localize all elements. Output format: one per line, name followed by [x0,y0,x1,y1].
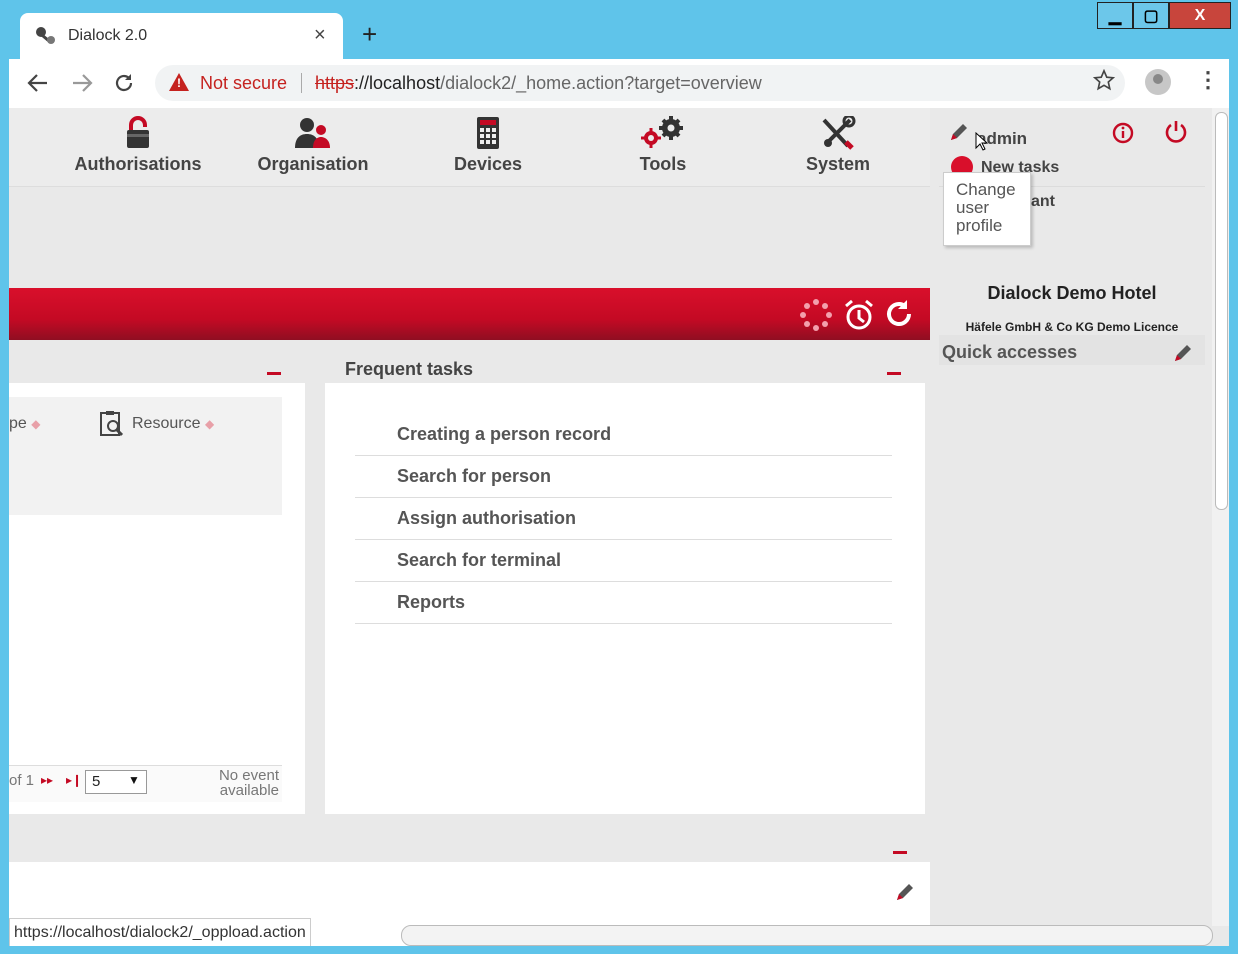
horizontal-scrollbar[interactable] [401,925,1213,946]
people-icon [295,118,330,148]
loading-spinner-icon [800,299,832,331]
menu-label: Organisation [257,154,369,174]
column-type-label: pe [9,415,27,432]
menu-tools[interactable]: Tools [578,116,748,175]
alarm-clock-icon[interactable] [844,298,874,332]
sort-icon: ◆ [31,417,41,431]
vertical-scrollbar[interactable] [1212,108,1229,926]
frequent-tasks-header: Frequent tasks [325,355,925,383]
task-label: Reports [397,592,466,612]
sort-icon: ◆ [204,417,215,431]
tooltip-text: Change user profile [956,180,1016,235]
no-event-line: available [219,782,279,799]
key-favicon-icon [36,27,55,44]
not-secure-label[interactable]: Not secure [200,73,287,94]
resource-search-icon [100,411,124,437]
quick-accesses-title: Quick accesses [942,342,1078,362]
refresh-icon[interactable] [883,298,915,330]
new-tab-button[interactable]: + [362,21,377,47]
padlock-icon [127,116,149,148]
browser-menu-icon[interactable]: ⋮ [1197,69,1219,91]
address-separator [301,73,302,93]
power-icon[interactable] [1163,119,1189,145]
no-event-line: No event [218,767,279,784]
tab-close-icon[interactable]: × [314,24,326,47]
last-page-icon[interactable]: ▸❙ [66,773,82,787]
url-text[interactable]: https://localhost/dialock2/_home.action?… [315,73,762,94]
events-panel: pe ◆ Resource ◆ of 1 ▸▸ ▸❙ 5 ▼ No event … [9,355,305,814]
back-arrow-icon[interactable] [27,73,49,93]
menu-label: System [805,154,871,174]
licence-text: Häfele GmbH & Co KG Demo Licence [965,320,1179,334]
column-resource-header[interactable]: Resource ◆ [132,415,214,433]
assistant-link[interactable]: ant [1031,193,1055,211]
task-link[interactable]: Creating a person record [355,414,892,456]
task-label: Creating a person record [397,424,612,444]
hotel-name: Dialock Demo Hotel [987,283,1157,303]
page-size-select[interactable]: 5 ▼ [85,770,147,794]
keypad-device-icon [477,117,499,149]
change-profile-tooltip: Change user profile [943,172,1031,246]
window-controls: ▁ ▢ X [1097,2,1231,30]
wrench-screwdriver-icon [822,116,856,150]
maximize-button[interactable]: ▢ [1133,2,1169,29]
column-type-header[interactable]: pe ◆ [9,415,40,433]
reload-icon[interactable] [113,72,135,94]
menu-label: Devices [453,154,523,174]
pager-of-label: of 1 [9,772,35,789]
menu-label: Tools [639,154,687,174]
task-link[interactable]: Search for terminal [355,540,892,582]
next-page-icon[interactable]: ▸▸ [41,773,53,787]
url-scheme: https [315,73,355,93]
menu-system[interactable]: System [753,116,923,175]
info-icon[interactable] [1111,121,1135,145]
url-host: ://localhost [354,73,441,93]
task-link[interactable]: Search for person [355,456,892,498]
pencil-icon[interactable] [1171,343,1193,365]
quick-accesses-header: Quick accesses [939,335,1205,365]
forward-arrow-icon[interactable] [71,73,93,93]
events-pager: of 1 ▸▸ ▸❙ 5 ▼ No event available [9,765,282,802]
browser-toolbar: Not secure https://localhost/dialock2/_h… [9,59,1229,108]
gears-icon [641,116,683,148]
collapse-events-button[interactable] [267,372,281,375]
app-page: Authorisations Organisation Devices Tool… [9,108,1229,946]
menu-devices[interactable]: Devices [403,116,573,175]
task-link[interactable]: Assign authorisation [355,498,892,540]
minimize-button[interactable]: ▁ [1097,2,1133,29]
pencil-icon[interactable] [893,882,915,904]
task-label: Assign authorisation [397,508,577,528]
column-resource-label: Resource [132,415,201,432]
status-bar-url: https://localhost/dialock2/_oppload.acti… [9,918,311,946]
chevron-down-icon: ▼ [128,773,140,787]
tab-title: Dialock 2.0 [68,27,148,44]
no-event-text: No event available [205,768,279,798]
menu-label: Authorisations [74,154,202,174]
mouse-cursor-icon [975,132,989,151]
collapse-tasks-button[interactable] [887,372,901,375]
events-panel-header [9,355,305,383]
menu-organisation[interactable]: Organisation [228,116,398,175]
frequent-tasks-title: Frequent tasks [345,359,474,379]
warning-icon [169,73,189,91]
red-header-bar [9,288,930,340]
frequent-tasks-panel: Frequent tasks Creating a person record … [325,355,925,814]
collapse-bottom-button[interactable] [893,851,907,854]
profile-avatar-icon[interactable] [1145,69,1171,95]
close-window-button[interactable]: X [1169,2,1231,29]
bookmark-star-icon[interactable] [1093,69,1115,91]
browser-tab[interactable]: Dialock 2.0 × [20,13,343,59]
url-path: /dialock2/_home.action?target=overview [440,73,762,93]
task-label: Search for terminal [397,550,562,570]
task-label: Search for person [397,466,552,486]
pencil-icon[interactable] [947,122,969,144]
vertical-scroll-thumb[interactable] [1215,112,1228,510]
bottom-panel-header [9,834,930,862]
task-link[interactable]: Reports [355,582,892,624]
main-menu: Authorisations Organisation Devices Tool… [9,108,930,187]
page-size-value: 5 [92,773,101,790]
menu-authorisations[interactable]: Authorisations [53,116,223,175]
address-bar[interactable]: Not secure https://localhost/dialock2/_h… [155,65,1125,101]
